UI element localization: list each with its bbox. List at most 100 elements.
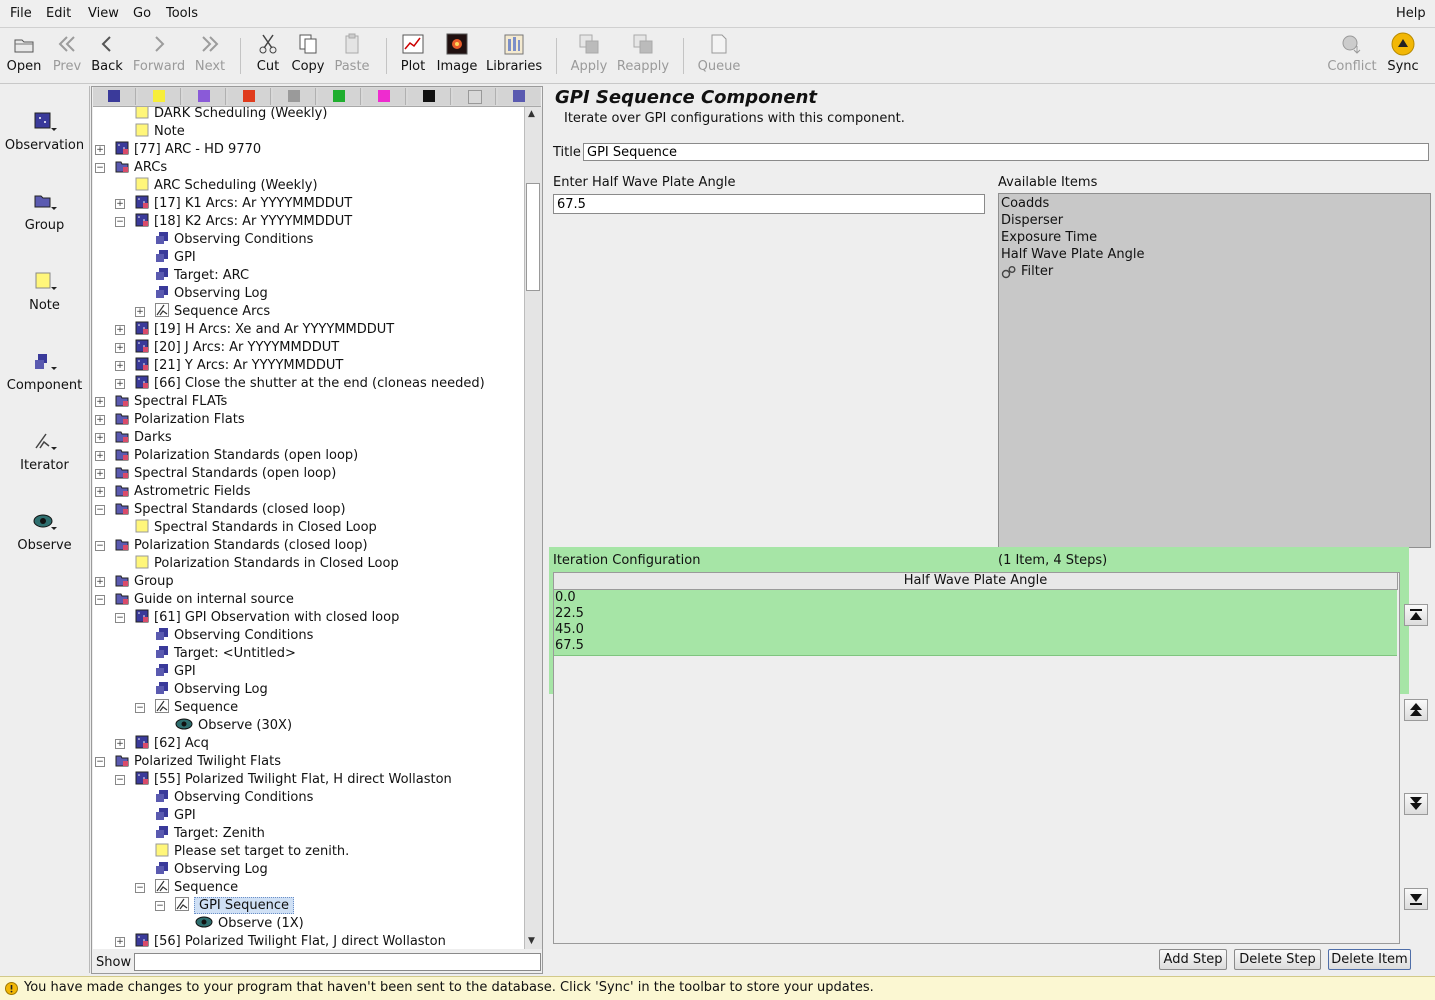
tree-node[interactable]: Polarization Flats <box>115 411 245 429</box>
expand-icon[interactable]: + <box>95 469 105 479</box>
menu-edit[interactable]: Edit <box>46 6 71 21</box>
scroll-down-icon[interactable]: ▼ <box>528 936 535 946</box>
filter-tab-group[interactable] <box>498 88 540 105</box>
collapse-icon[interactable]: − <box>135 883 145 893</box>
table-row[interactable]: 22.5 <box>555 606 584 622</box>
tree-node[interactable]: Target: ARC <box>155 267 249 285</box>
tree-node[interactable]: Polarization Standards (closed loop) <box>115 537 368 555</box>
expand-icon[interactable]: + <box>95 487 105 497</box>
tree-node[interactable]: Observing Log <box>155 285 268 303</box>
collapse-icon[interactable]: − <box>115 775 125 785</box>
scroll-up-icon[interactable]: ▲ <box>528 109 535 119</box>
collapse-icon[interactable]: − <box>155 901 165 911</box>
tree-node[interactable]: [62] Acq <box>135 735 209 753</box>
tree-node[interactable]: Guide on internal source <box>115 591 294 609</box>
conflict-button[interactable]: Conflict <box>1326 32 1378 74</box>
move-to-top-button[interactable] <box>1404 604 1428 626</box>
table-row[interactable]: 67.5 <box>555 638 584 654</box>
menu-help[interactable]: Help <box>1396 6 1426 21</box>
tree-node[interactable]: ARC Scheduling (Weekly) <box>135 177 318 195</box>
forward-button[interactable]: Forward <box>131 32 187 74</box>
expand-icon[interactable]: + <box>115 937 125 947</box>
tree-node[interactable]: [61] GPI Observation with closed loop <box>135 609 399 627</box>
menu-tools[interactable]: Tools <box>166 6 198 21</box>
queue-button[interactable]: Queue <box>696 32 742 74</box>
collapse-icon[interactable]: − <box>95 505 105 515</box>
expand-icon[interactable]: + <box>115 199 125 209</box>
delete-step-button[interactable]: Delete Step <box>1234 949 1321 970</box>
tree-node[interactable]: [19] H Arcs: Xe and Ar YYYYMMDDUT <box>135 321 394 339</box>
move-to-bottom-button[interactable] <box>1404 888 1428 910</box>
tree-node[interactable]: [56] Polarized Twilight Flat, J direct W… <box>135 933 446 949</box>
expand-icon[interactable]: + <box>95 451 105 461</box>
tree-node[interactable]: [18] K2 Arcs: Ar YYYYMMDDUT <box>135 213 352 231</box>
tree-node[interactable]: Observing Conditions <box>155 231 313 249</box>
tree-node[interactable]: Observing Log <box>155 861 268 879</box>
tree-node[interactable]: Spectral Standards (open loop) <box>115 465 336 483</box>
tree-node[interactable]: Sequence <box>155 699 238 717</box>
tree-node[interactable]: [17] K1 Arcs: Ar YYYYMMDDUT <box>135 195 352 213</box>
expand-icon[interactable]: + <box>115 325 125 335</box>
list-item[interactable]: Coadds <box>1001 195 1049 212</box>
filter-tab-purple[interactable] <box>183 88 226 105</box>
filter-tab-note[interactable] <box>138 88 181 105</box>
list-item[interactable]: Filter <box>1021 263 1053 280</box>
expand-icon[interactable]: + <box>115 379 125 389</box>
table-row[interactable]: 0.0 <box>555 590 576 606</box>
expand-icon[interactable]: + <box>95 577 105 587</box>
filter-tab-light[interactable] <box>453 88 496 105</box>
collapse-icon[interactable]: − <box>115 217 125 227</box>
tree-node[interactable]: [21] Y Arcs: Ar YYYYMMDDUT <box>135 357 343 375</box>
tree-node[interactable]: Note <box>135 123 185 141</box>
tree-node[interactable]: Astrometric Fields <box>115 483 251 501</box>
tree-scrollbar[interactable]: ▲ ▼ <box>524 107 542 949</box>
palette-iterator[interactable]: Iterator <box>0 430 89 473</box>
menu-go[interactable]: Go <box>133 6 151 21</box>
tree-node[interactable]: [66] Close the shutter at the end (clone… <box>135 375 485 393</box>
paste-button[interactable]: Paste <box>332 32 372 74</box>
palette-observe[interactable]: Observe <box>0 510 89 553</box>
tree-node[interactable]: Darks <box>115 429 172 447</box>
filter-tab-red[interactable] <box>228 88 271 105</box>
available-items-list[interactable]: Coadds Disperser Exposure Time Half Wave… <box>998 193 1431 548</box>
tree-node[interactable]: [55] Polarized Twilight Flat, H direct W… <box>135 771 452 789</box>
expand-icon[interactable]: + <box>115 739 125 749</box>
collapse-icon[interactable]: − <box>95 163 105 173</box>
plot-button[interactable]: Plot <box>397 32 429 74</box>
tree-node[interactable]: GPI Sequence <box>175 897 295 915</box>
move-down-button[interactable] <box>1404 793 1428 815</box>
tree-node[interactable]: Observe (1X) <box>195 915 304 933</box>
list-item[interactable]: Disperser <box>1001 212 1063 229</box>
expand-icon[interactable]: + <box>115 343 125 353</box>
tree-node[interactable]: Observing Conditions <box>155 627 313 645</box>
scroll-thumb[interactable] <box>526 183 540 291</box>
expand-icon[interactable]: + <box>115 361 125 371</box>
tree-node[interactable]: Target: Zenith <box>155 825 265 843</box>
collapse-icon[interactable]: − <box>95 595 105 605</box>
list-item[interactable]: Exposure Time <box>1001 229 1097 246</box>
next-button[interactable]: Next <box>193 32 227 74</box>
collapse-icon[interactable]: − <box>95 757 105 767</box>
palette-component[interactable]: Component <box>0 350 89 393</box>
palette-observation[interactable]: Observation <box>0 110 89 153</box>
tree-node[interactable]: Sequence Arcs <box>155 303 270 321</box>
prev-button[interactable]: Prev <box>50 32 84 74</box>
tree-node[interactable]: Observe (30X) <box>175 717 292 735</box>
tree-node[interactable]: [20] J Arcs: Ar YYYYMMDDUT <box>135 339 339 357</box>
tree-node[interactable]: Spectral Standards (closed loop) <box>115 501 346 519</box>
open-button[interactable]: Open <box>6 32 42 74</box>
tree-node[interactable]: Observing Conditions <box>155 789 313 807</box>
tree-node[interactable]: Polarized Twilight Flats <box>115 753 281 771</box>
tree-node[interactable]: DARK Scheduling (Weekly) <box>135 107 327 123</box>
expand-icon[interactable]: + <box>95 397 105 407</box>
palette-group[interactable]: Group <box>0 190 89 233</box>
tree-node[interactable]: ARCs <box>115 159 167 177</box>
reapply-button[interactable]: Reapply <box>615 32 671 74</box>
tree-node[interactable]: Group <box>115 573 174 591</box>
expand-icon[interactable]: + <box>95 145 105 155</box>
tree-node[interactable]: GPI <box>155 807 196 825</box>
filter-tab-magenta[interactable] <box>363 88 406 105</box>
expand-icon[interactable]: + <box>135 307 145 317</box>
sync-button[interactable]: Sync <box>1384 32 1422 74</box>
copy-button[interactable]: Copy <box>290 32 326 74</box>
